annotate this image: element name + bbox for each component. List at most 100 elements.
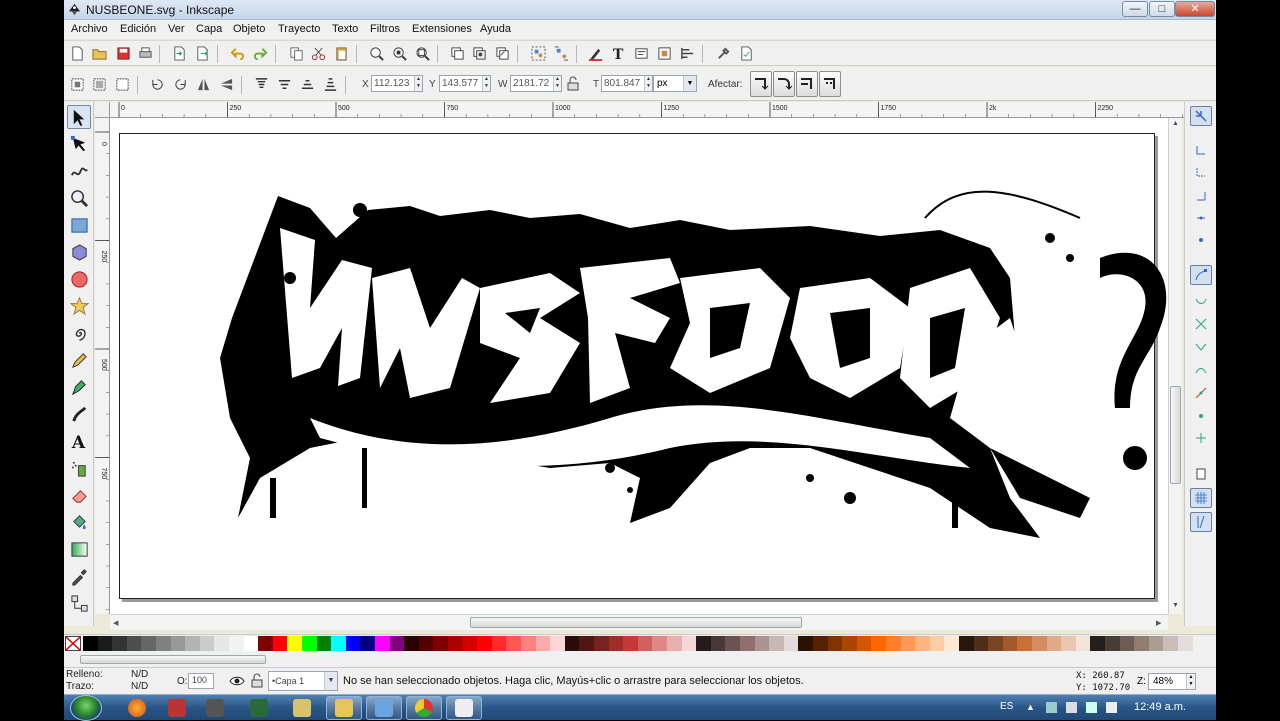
palette-scrollbar[interactable] — [64, 652, 1216, 667]
flip-horizontal-icon[interactable] — [195, 76, 212, 93]
spiral-tool-icon[interactable] — [67, 321, 91, 345]
taskbar-chrome[interactable] — [406, 696, 442, 720]
snap-bbox-midpoint-icon[interactable] — [1190, 208, 1212, 228]
taskbar-app-2[interactable] — [159, 696, 195, 720]
minimize-button[interactable]: — — [1122, 1, 1148, 17]
x-input[interactable]: 112.123 ▲ ▼ — [371, 75, 423, 92]
color-swatch[interactable] — [754, 636, 770, 651]
lower-icon[interactable] — [299, 76, 316, 93]
taskbar-firefox[interactable] — [119, 696, 155, 720]
ungroup-icon[interactable] — [553, 45, 570, 62]
color-swatch[interactable] — [433, 636, 449, 651]
taskbar-inkscape[interactable] — [446, 696, 482, 720]
color-swatch[interactable] — [477, 636, 493, 651]
rotate-ccw-icon[interactable] — [149, 76, 166, 93]
color-swatch[interactable] — [1002, 636, 1018, 651]
transform-icon[interactable] — [679, 45, 696, 62]
rectangle-tool-icon[interactable] — [67, 213, 91, 237]
tray-app-icon[interactable] — [1046, 702, 1057, 713]
selector-tool-icon[interactable] — [67, 105, 91, 129]
vertical-scrollbar[interactable]: ▲ ▼ — [1168, 118, 1182, 614]
color-swatch[interactable] — [418, 636, 434, 651]
raise-icon[interactable] — [276, 76, 293, 93]
unit-select[interactable]: px ▼ — [653, 75, 697, 92]
calligraphy-tool-icon[interactable] — [67, 402, 91, 426]
snap-bbox-icon[interactable] — [1190, 140, 1212, 160]
color-swatch[interactable] — [652, 636, 668, 651]
color-swatch[interactable] — [462, 636, 478, 651]
scroll-up-icon[interactable]: ▲ — [1172, 120, 1179, 127]
color-swatch[interactable] — [564, 636, 580, 651]
pen-tool-icon[interactable] — [67, 375, 91, 399]
unlink-clone-icon[interactable] — [494, 45, 511, 62]
snap-line-midpoints-icon[interactable] — [1190, 383, 1212, 403]
color-swatch[interactable] — [1178, 636, 1193, 651]
color-swatch[interactable] — [331, 636, 347, 651]
menu-ayuda[interactable]: Ayuda — [480, 23, 511, 35]
color-swatch[interactable] — [696, 636, 712, 651]
color-swatch[interactable] — [1163, 636, 1179, 651]
color-swatch[interactable] — [185, 636, 201, 651]
color-swatch[interactable] — [740, 636, 755, 651]
paint-bucket-tool-icon[interactable] — [67, 510, 91, 534]
dropper-tool-icon[interactable] — [67, 564, 91, 588]
opacity-input[interactable]: 100 — [188, 673, 214, 689]
color-swatch[interactable] — [83, 636, 98, 651]
width-input[interactable]: 2181.72 ▲ ▼ — [510, 75, 562, 92]
color-swatch[interactable] — [360, 636, 376, 651]
taskbar-notes[interactable] — [366, 696, 402, 720]
color-swatch[interactable] — [710, 636, 726, 651]
color-swatch[interactable] — [1046, 636, 1062, 651]
snap-smooth-nodes-icon[interactable] — [1190, 360, 1212, 380]
scale-corners-toggle[interactable] — [773, 71, 795, 97]
text-font-icon[interactable]: T — [610, 45, 627, 62]
color-swatch[interactable] — [769, 636, 785, 651]
save-icon[interactable] — [115, 45, 132, 62]
color-swatch[interactable] — [535, 636, 551, 651]
color-swatch[interactable] — [1134, 636, 1150, 651]
horizontal-scrollbar[interactable]: ◀ ▶ — [110, 614, 1168, 630]
color-swatch[interactable] — [491, 636, 507, 651]
xml-editor-icon[interactable] — [633, 45, 650, 62]
3d-box-tool-icon[interactable] — [67, 240, 91, 264]
color-swatch[interactable] — [725, 636, 741, 651]
deselect-icon[interactable] — [114, 76, 131, 93]
connector-tool-icon[interactable] — [67, 591, 91, 615]
vertical-scroll-thumb[interactable] — [1170, 386, 1181, 484]
snap-nodes-icon[interactable] — [1190, 265, 1212, 285]
tray-expand-icon[interactable]: ▲ — [1026, 702, 1037, 713]
color-swatch[interactable] — [112, 636, 128, 651]
color-swatch[interactable] — [929, 636, 945, 651]
snap-object-midpoints-icon[interactable] — [1190, 406, 1212, 426]
color-swatch[interactable] — [141, 636, 157, 651]
language-indicator[interactable]: ES — [1000, 701, 1013, 712]
tweak-tool-icon[interactable] — [67, 159, 91, 183]
color-swatch[interactable] — [214, 636, 230, 651]
scale-stroke-toggle[interactable] — [750, 71, 772, 97]
color-swatch[interactable] — [389, 636, 405, 651]
color-swatch[interactable] — [667, 636, 682, 651]
color-swatch[interactable] — [1017, 636, 1033, 651]
color-swatch[interactable] — [608, 636, 624, 651]
color-swatch[interactable] — [579, 636, 595, 651]
taskbar-explorer[interactable] — [326, 696, 362, 720]
text-tool-icon[interactable]: A — [67, 429, 91, 453]
color-swatch[interactable] — [1105, 636, 1120, 651]
paste-icon[interactable] — [333, 45, 350, 62]
color-swatch[interactable] — [959, 636, 974, 651]
new-document-icon[interactable] — [69, 45, 86, 62]
color-swatch[interactable] — [243, 636, 259, 651]
pencil-tool-icon[interactable] — [67, 348, 91, 372]
eraser-tool-icon[interactable] — [67, 483, 91, 507]
color-swatch[interactable] — [302, 636, 317, 651]
scroll-right-icon[interactable]: ▶ — [1156, 619, 1161, 627]
color-swatch[interactable] — [813, 636, 828, 651]
color-swatch[interactable] — [1119, 636, 1135, 651]
lower-to-bottom-icon[interactable] — [322, 76, 339, 93]
color-swatch[interactable] — [871, 636, 887, 651]
color-swatch[interactable] — [448, 636, 463, 651]
menu-capa[interactable]: Capa — [196, 23, 222, 35]
color-swatch[interactable] — [944, 636, 960, 651]
menu-trayecto[interactable]: Trayecto — [278, 23, 320, 35]
snap-grid-icon[interactable] — [1190, 488, 1212, 508]
